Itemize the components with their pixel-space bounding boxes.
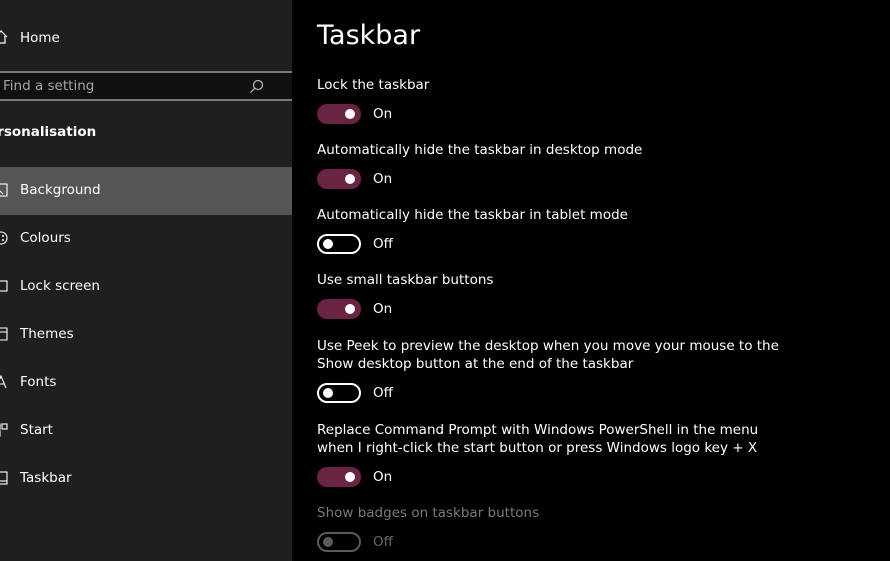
- sidebar-item-label: Fonts: [20, 374, 57, 390]
- setting-badges: Show badges on taskbar buttons Off: [317, 504, 877, 552]
- setting-label: Automatically hide the taskbar in tablet…: [317, 207, 628, 223]
- home-icon: [0, 30, 8, 44]
- toggle-knob: [323, 239, 333, 249]
- sidebar: Home Find a setting ersonalisation Backg…: [0, 0, 292, 561]
- toggle-knob: [345, 109, 355, 119]
- sidebar-item-background[interactable]: Background: [0, 167, 292, 215]
- themes-icon: [0, 327, 8, 341]
- sidebar-item-label: Start: [20, 422, 53, 438]
- toggle-knob: [323, 537, 333, 547]
- toggle-knob: [345, 174, 355, 184]
- setting-label: Use small taskbar buttons: [317, 272, 494, 288]
- small-buttons-toggle[interactable]: [317, 299, 361, 319]
- fonts-icon: [0, 375, 7, 389]
- setting-autohide-tablet: Automatically hide the taskbar in tablet…: [317, 206, 877, 254]
- setting-label: Use Peek to preview the desktop when you…: [317, 338, 779, 372]
- page-title: Taskbar: [317, 20, 421, 51]
- sidebar-item-taskbar[interactable]: Taskbar: [0, 455, 292, 503]
- setting-powershell: Replace Command Prompt with Windows Powe…: [317, 421, 877, 487]
- setting-peek: Use Peek to preview the desktop when you…: [317, 337, 877, 403]
- peek-toggle[interactable]: [317, 383, 361, 403]
- toggle-knob: [323, 388, 333, 398]
- lock-screen-icon: [0, 280, 8, 292]
- search-icon: [250, 79, 264, 93]
- toggle-knob: [345, 472, 355, 482]
- setting-lock-taskbar: Lock the taskbar On: [317, 76, 877, 124]
- taskbar-icon: [0, 471, 8, 485]
- toggle-state: On: [373, 301, 393, 317]
- sidebar-item-label: Lock screen: [20, 278, 100, 294]
- setting-label: Lock the taskbar: [317, 77, 430, 93]
- autohide-desktop-toggle[interactable]: [317, 169, 361, 189]
- sidebar-item-fonts[interactable]: Fonts: [0, 359, 292, 407]
- toggle-state: On: [373, 106, 393, 122]
- section-title: ersonalisation: [0, 124, 97, 140]
- search-placeholder: Find a setting: [3, 78, 95, 94]
- picture-icon: [0, 183, 8, 197]
- sidebar-item-label: Taskbar: [20, 470, 72, 486]
- palette-icon: [0, 231, 8, 245]
- setting-small-buttons: Use small taskbar buttons On: [317, 271, 877, 319]
- badges-toggle[interactable]: [317, 532, 361, 552]
- toggle-state: Off: [373, 236, 393, 252]
- sidebar-item-label: Colours: [20, 230, 71, 246]
- search-input[interactable]: Find a setting: [0, 71, 292, 101]
- toggle-state: On: [373, 469, 393, 485]
- sidebar-item-label: Background: [20, 182, 101, 198]
- home-label: Home: [20, 30, 60, 46]
- home-link[interactable]: Home: [0, 27, 292, 51]
- sidebar-item-themes[interactable]: Themes: [0, 311, 292, 359]
- start-icon: [0, 423, 8, 437]
- powershell-toggle[interactable]: [317, 467, 361, 487]
- sidebar-item-lock-screen[interactable]: Lock screen: [0, 263, 292, 311]
- setting-label: Show badges on taskbar buttons: [317, 505, 540, 521]
- toggle-state: On: [373, 171, 393, 187]
- toggle-state: Off: [373, 534, 393, 550]
- setting-label: Replace Command Prompt with Windows Powe…: [317, 422, 759, 456]
- sidebar-item-start[interactable]: Start: [0, 407, 292, 455]
- setting-autohide-desktop: Automatically hide the taskbar in deskto…: [317, 141, 877, 189]
- toggle-state: Off: [373, 385, 393, 401]
- sidebar-nav: Background Colours Lock screen Themes Fo…: [0, 167, 292, 503]
- toggle-knob: [345, 304, 355, 314]
- setting-label: Automatically hide the taskbar in deskto…: [317, 142, 643, 158]
- lock-taskbar-toggle[interactable]: [317, 104, 361, 124]
- sidebar-item-label: Themes: [20, 326, 74, 342]
- sidebar-item-colours[interactable]: Colours: [0, 215, 292, 263]
- autohide-tablet-toggle[interactable]: [317, 234, 361, 254]
